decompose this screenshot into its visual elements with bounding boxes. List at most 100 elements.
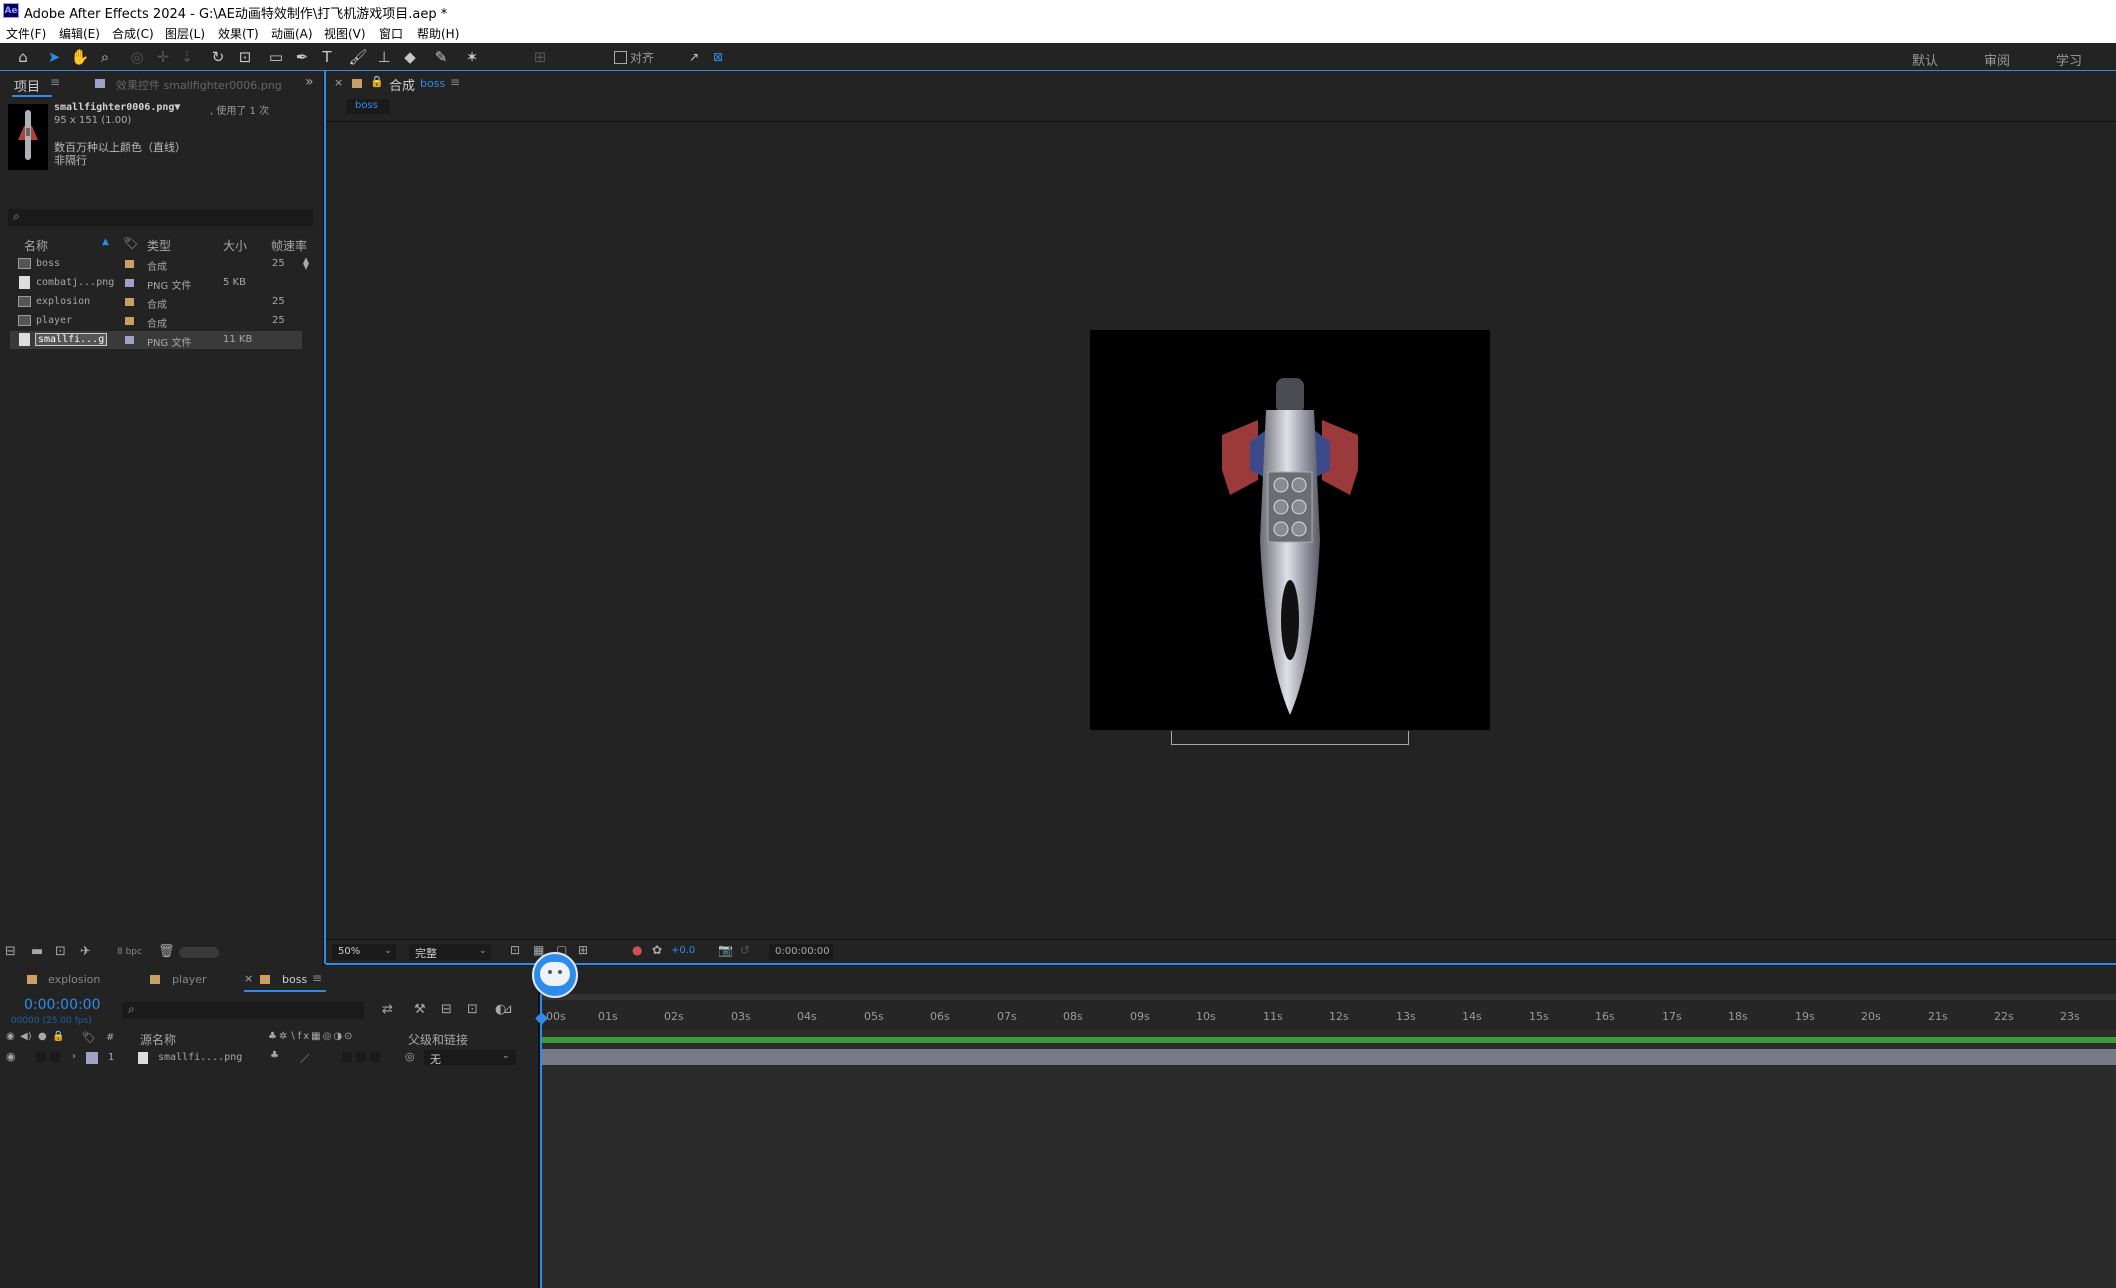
- label-color-swatch[interactable]: [125, 336, 134, 344]
- time-graph[interactable]: [535, 994, 2116, 1288]
- snap-checkbox[interactable]: [614, 51, 627, 64]
- puppet-pin-icon[interactable]: ✶: [462, 47, 482, 67]
- workspace-learn[interactable]: 学习: [2056, 50, 2082, 69]
- solo-toggle[interactable]: [36, 1052, 46, 1062]
- selected-item-name[interactable]: smallfighter0006.png▼: [54, 102, 180, 113]
- label-column-icon[interactable]: 🏷: [82, 1031, 96, 1044]
- label-color-swatch[interactable]: [125, 317, 134, 325]
- orbit-camera-icon[interactable]: ◎: [127, 47, 147, 67]
- 3d-layer-toggle[interactable]: [370, 1052, 380, 1062]
- audio-column-icon[interactable]: ◀): [20, 1031, 32, 1042]
- menu-effect[interactable]: 效果(T): [218, 25, 259, 42]
- label-color-swatch[interactable]: [125, 279, 134, 287]
- pan-camera-icon[interactable]: ✛: [153, 47, 173, 67]
- exposure-value[interactable]: +0.0: [671, 945, 695, 956]
- layer-name[interactable]: smallfi....png: [158, 1052, 242, 1063]
- anchor-point-icon[interactable]: ⊡: [235, 47, 255, 67]
- parent-link-column[interactable]: 父级和链接: [408, 1031, 468, 1048]
- panel-menu-icon[interactable]: ≡: [312, 971, 322, 985]
- new-composition-icon[interactable]: ⊡: [55, 944, 66, 959]
- comp-tab-prefix[interactable]: 合成: [389, 75, 415, 94]
- region-of-interest-icon[interactable]: ⊞: [578, 943, 588, 957]
- expand-layer-chevron-icon[interactable]: ›: [72, 1051, 76, 1062]
- bpc-label[interactable]: 8 bpc: [117, 947, 142, 957]
- timeline-tab-player[interactable]: player: [172, 973, 207, 986]
- label-color-swatch[interactable]: [125, 260, 134, 268]
- trash-icon[interactable]: 🗑: [158, 944, 175, 959]
- shy-layers-icon[interactable]: ⊟: [441, 1002, 452, 1017]
- project-item-explosion[interactable]: explosion 合成 25: [10, 293, 302, 311]
- close-tab-icon[interactable]: ×: [244, 972, 253, 985]
- col-size[interactable]: 大小: [223, 237, 247, 254]
- playhead-line[interactable]: [540, 994, 542, 1288]
- col-name[interactable]: 名称: [24, 237, 48, 254]
- flowchart-icon[interactable]: ⧫: [303, 256, 309, 270]
- timeline-tab-boss[interactable]: boss: [282, 973, 307, 986]
- graph-editor-icon[interactable]: ⊿: [502, 1002, 513, 1017]
- project-search-input[interactable]: ⌕: [8, 209, 313, 226]
- snap-options-icon[interactable]: ↗: [684, 47, 704, 67]
- hand-icon[interactable]: ✋: [70, 47, 90, 67]
- selection-arrow-icon[interactable]: ➤: [44, 47, 64, 67]
- col-framerate[interactable]: 帧速率: [271, 237, 307, 254]
- project-item-player[interactable]: player 合成 25: [10, 312, 302, 330]
- menu-help[interactable]: 帮助(H): [417, 25, 459, 42]
- eye-column-icon[interactable]: ◉: [6, 1031, 15, 1042]
- layer-row[interactable]: ◉ › 1 smallfi....png ♣ ／ ◎ 无 ⌄: [0, 1049, 538, 1067]
- menu-view[interactable]: 视图(V): [324, 25, 366, 42]
- parent-dropdown[interactable]: 无 ⌄: [424, 1050, 516, 1066]
- project-item-combatj[interactable]: combatj...png PNG 文件 5 KB: [10, 274, 302, 292]
- quality-switch-icon[interactable]: ／: [300, 1050, 310, 1065]
- project-item-boss[interactable]: boss 合成 25: [10, 255, 302, 273]
- label-color-swatch[interactable]: [125, 298, 134, 306]
- project-item-smallfighter[interactable]: smallfi...g PNG 文件 11 KB: [10, 331, 302, 349]
- composition-canvas[interactable]: [1090, 330, 1490, 730]
- snap-target-icon[interactable]: ⊠: [708, 47, 728, 67]
- color-management-icon[interactable]: ✿: [652, 943, 662, 957]
- eraser-icon[interactable]: ◆: [400, 47, 420, 67]
- menu-animation[interactable]: 动画(A): [271, 25, 313, 42]
- menu-layer[interactable]: 图层(L): [165, 25, 205, 42]
- sort-ascending-icon[interactable]: ▲: [102, 237, 109, 247]
- source-name-column[interactable]: 源名称: [140, 1031, 176, 1048]
- timeline-current-time[interactable]: 0:00:00:00: [24, 997, 101, 1013]
- expand-panels-icon[interactable]: »: [305, 74, 314, 90]
- workspace-default[interactable]: 默认: [1912, 50, 1938, 69]
- effects-controls-tab[interactable]: 效果控件 smallfighter0006.png: [116, 77, 282, 93]
- timeline-tab-explosion[interactable]: explosion: [48, 973, 100, 986]
- zoom-dropdown[interactable]: 50% ⌄: [332, 944, 396, 960]
- lock-column-icon[interactable]: 🔒: [52, 1031, 64, 1042]
- motion-blur-toggle[interactable]: [342, 1052, 352, 1062]
- brush-icon[interactable]: 🖌: [348, 47, 368, 67]
- close-tab-icon[interactable]: ×: [334, 76, 343, 89]
- frame-blending-icon[interactable]: ⊡: [467, 1002, 478, 1017]
- current-time-field[interactable]: 0:00:00:00: [769, 944, 833, 960]
- snapshot-camera-icon[interactable]: 📷: [718, 943, 733, 957]
- panel-menu-icon[interactable]: ≡: [50, 75, 60, 89]
- lock-icon[interactable]: 🔒: [370, 75, 384, 88]
- timeline-search-input[interactable]: ⌕: [122, 1002, 364, 1019]
- switches-column-icons[interactable]: ♣✲∖fx▦◎◑⊙: [268, 1031, 354, 1042]
- shy-switch-icon[interactable]: ♣: [270, 1050, 279, 1061]
- layer-label-color[interactable]: [86, 1052, 98, 1064]
- rotate-icon[interactable]: ↻: [208, 47, 228, 67]
- zoom-icon[interactable]: ⌕: [95, 47, 115, 67]
- menu-composition[interactable]: 合成(C): [112, 25, 154, 42]
- menu-file[interactable]: 文件(F): [6, 25, 46, 42]
- type-icon[interactable]: T: [317, 47, 337, 67]
- floating-assistant-icon[interactable]: [532, 952, 578, 998]
- col-type[interactable]: 类型: [147, 237, 171, 254]
- comp-tab-name[interactable]: boss: [420, 77, 445, 90]
- align-icon[interactable]: ⊞: [530, 47, 550, 67]
- workspace-review[interactable]: 审阅: [1984, 50, 2010, 69]
- clone-stamp-icon[interactable]: ⊥: [374, 47, 394, 67]
- resolution-dropdown[interactable]: 完整 ⌄: [409, 944, 491, 960]
- thumbnail-size-slider[interactable]: [179, 947, 219, 958]
- pick-whip-icon[interactable]: ◎: [405, 1050, 415, 1063]
- rectangle-icon[interactable]: ▭: [266, 47, 286, 67]
- render-queue-icon[interactable]: ✈: [80, 944, 91, 959]
- menu-window[interactable]: 窗口: [379, 25, 403, 42]
- comp-flowchart-icon[interactable]: ⇄: [382, 1002, 393, 1017]
- lock-toggle[interactable]: [50, 1052, 60, 1062]
- show-snapshot-icon[interactable]: ↺: [740, 943, 750, 957]
